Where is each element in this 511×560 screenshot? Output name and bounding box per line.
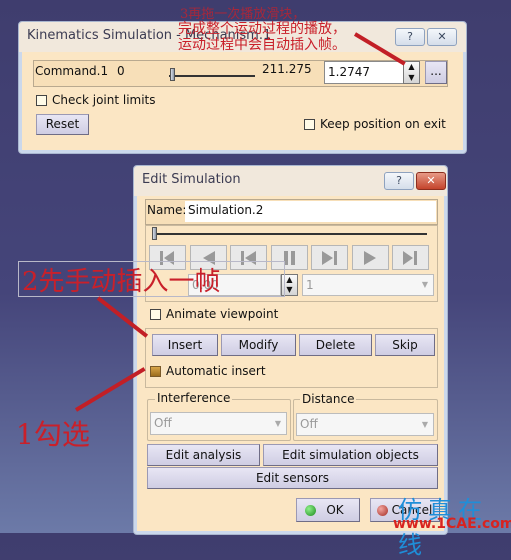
command-slider-track[interactable]	[169, 75, 255, 77]
command-range-min: 0	[117, 64, 125, 78]
edit-sensors-button[interactable]: Edit sensors	[147, 467, 438, 489]
distance-group-title: Distance	[300, 392, 357, 406]
automatic-insert-checkbox[interactable]	[150, 366, 161, 377]
chevron-down-icon: ▼	[421, 280, 428, 289]
annotation-step3-line3: 运动过程中会自动插入帧。	[178, 37, 346, 53]
step-select[interactable]: 1 ▼	[302, 274, 434, 296]
step-forward-icon	[363, 251, 376, 265]
ok-button[interactable]: OK	[296, 498, 360, 522]
spin-down-icon[interactable]: ▼	[404, 73, 419, 84]
command-label: Command.1	[35, 64, 109, 78]
insert-button[interactable]: Insert	[152, 334, 218, 356]
animate-viewpoint-label: Animate viewpoint	[166, 307, 279, 321]
edit-sim-help-button[interactable]: ?	[384, 172, 414, 190]
edit-simulation-dialog: Edit Simulation ? ✕ Name: Simulation.2 0…	[133, 165, 448, 535]
interference-select[interactable]: Off ▼	[150, 412, 287, 435]
watermark-url: www.1CAE.com	[393, 516, 511, 532]
edit-analysis-button[interactable]: Edit analysis	[147, 444, 260, 466]
reset-button[interactable]: Reset	[36, 114, 89, 135]
interference-group-title: Interference	[155, 391, 233, 405]
timeline-slider-thumb[interactable]	[152, 227, 157, 240]
step-forward-button[interactable]	[351, 245, 389, 270]
annotation-step1: 1勾选	[16, 418, 90, 451]
cancel-red-icon	[377, 505, 388, 516]
command-slider-thumb[interactable]	[169, 68, 175, 81]
automatic-insert-label: Automatic insert	[166, 364, 266, 378]
simulation-name-input[interactable]: Simulation.2	[185, 201, 436, 222]
keep-position-checkbox[interactable]	[304, 119, 315, 130]
edit-simulation-objects-button[interactable]: Edit simulation objects	[263, 444, 438, 466]
skip-to-end-icon	[403, 251, 417, 265]
annotation-step2: 2先手动插入一帧	[22, 267, 221, 297]
play-forward-button[interactable]	[311, 245, 348, 270]
skip-button[interactable]: Skip	[375, 334, 435, 356]
ok-green-icon	[305, 505, 316, 516]
ok-label: OK	[326, 503, 344, 517]
command-value-spinner[interactable]: ▲ ▼	[403, 61, 420, 84]
timeline-slider-track[interactable]	[154, 233, 427, 235]
kinematics-close-button[interactable]: ✕	[427, 28, 457, 46]
edit-sim-close-button[interactable]: ✕	[416, 172, 446, 190]
kinematics-help-button[interactable]: ?	[395, 28, 425, 46]
command-range-max: 211.275	[262, 62, 312, 76]
command-more-button[interactable]: ...	[425, 61, 447, 84]
spin-up-icon[interactable]: ▲	[404, 62, 419, 73]
delete-button[interactable]: Delete	[299, 334, 372, 356]
distance-select[interactable]: Off ▼	[296, 413, 434, 436]
chevron-down-icon: ▼	[274, 419, 281, 428]
edit-sim-dialog-title: Edit Simulation	[142, 172, 241, 187]
skip-to-end-button[interactable]	[392, 245, 429, 270]
chevron-down-icon: ▼	[421, 420, 428, 429]
step-select-value: 1	[306, 278, 314, 292]
distance-select-value: Off	[300, 417, 318, 431]
keep-position-label: Keep position on exit	[320, 117, 446, 131]
command-value-input[interactable]: 1.2747	[324, 61, 405, 84]
check-joint-limits-label: Check joint limits	[52, 93, 156, 107]
modify-button[interactable]: Modify	[221, 334, 296, 356]
name-label: Name:	[147, 203, 187, 217]
interference-select-value: Off	[154, 416, 172, 430]
check-joint-limits-checkbox[interactable]	[36, 95, 47, 106]
animate-viewpoint-checkbox[interactable]	[150, 309, 161, 320]
play-forward-icon	[322, 251, 337, 265]
